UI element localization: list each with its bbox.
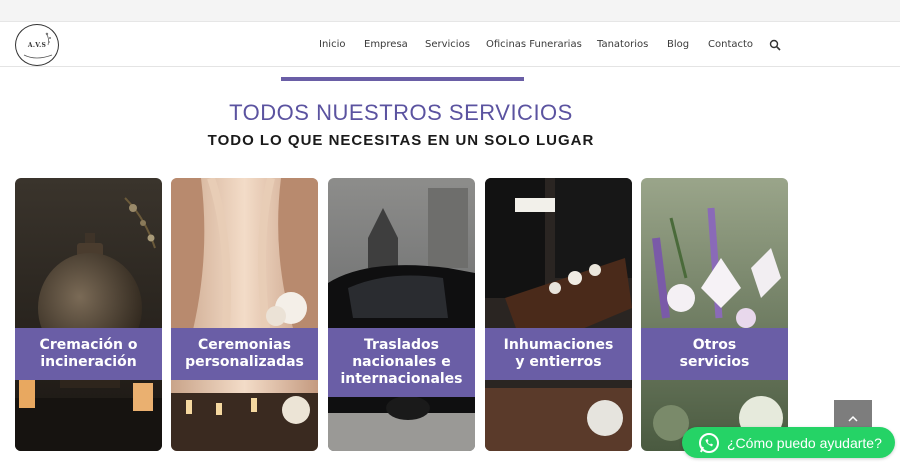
section-divider [281,77,524,81]
service-card-inhumaciones[interactable]: Inhumaciones y entierros [485,178,632,451]
cremation-urn-image [15,178,162,451]
search-icon[interactable] [769,39,781,51]
whatsapp-chat-button[interactable]: ¿Cómo puedo ayudarte? [682,427,895,458]
service-card-traslados[interactable]: Traslados nacionales e internacionales [328,178,475,451]
service-card-cremacion[interactable]: Cremación o incineración [15,178,162,451]
burial-coffin-image [485,178,632,451]
service-card-ceremonias[interactable]: Ceremonias personalizadas [171,178,318,451]
nav-item-tanatorios[interactable]: Tanatorios [597,39,648,50]
nav-item-empresa[interactable]: Empresa [364,39,408,50]
service-label: Ceremonias personalizadas [171,328,318,380]
nav-item-oficinas-funerarias[interactable]: Oficinas Funerarias [486,39,582,50]
hearse-image [328,178,475,451]
site-logo[interactable]: A.V.S [15,24,59,66]
logo-text: A.V.S [27,42,47,49]
nav-item-contacto[interactable]: Contacto [708,39,753,50]
nav-item-inicio[interactable]: Inicio [319,39,345,50]
nav-item-servicios[interactable]: Servicios [425,39,470,50]
section-subtitle: TODO LO QUE NECESITAS EN UN SOLO LUGAR [207,132,595,149]
site-header: A.V.S Inicio Empresa Servicios Oficinas … [0,22,900,67]
section-title: TODOS NUESTROS SERVICIOS [229,100,573,125]
service-label: Cremación o incineración [15,328,162,380]
service-label: Traslados nacionales e internacionales [328,328,475,397]
service-label: Otros servicios [641,328,788,380]
service-card-otros[interactable]: Otros servicios [641,178,788,451]
service-label: Inhumaciones y entierros [485,328,632,380]
ceremony-curtains-image [171,178,318,451]
nav-item-blog[interactable]: Blog [667,39,689,50]
flowers-image [641,178,788,451]
top-strip [0,0,900,22]
whatsapp-label: ¿Cómo puedo ayudarte? [727,434,882,451]
whatsapp-icon [699,432,719,453]
